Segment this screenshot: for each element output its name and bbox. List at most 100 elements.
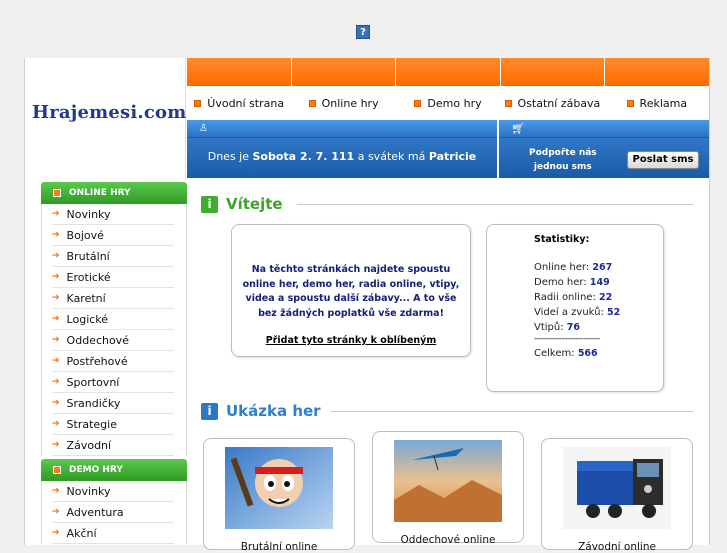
arrow-icon: ➔ [52,398,60,408]
welcome-line: bez žádných poplatků vše zdarma! [258,307,444,319]
sidebar-item-label: Akční [66,526,97,540]
sidebar-item[interactable]: ➔ Novinky [52,481,174,502]
menu-item-home[interactable]: Úvodní strana [187,87,291,119]
sidebar-online-games: ONLINE HRY ➔ Novinky ➔ Bojové ➔ Brutální ➔ Erot… [41,182,187,456]
menu-item-advertising[interactable]: Reklama [605,87,709,119]
arrow-icon: ➔ [52,230,60,240]
sidebar-header-online: ONLINE HRY [41,182,187,204]
sidebar-item-label: Závodní [66,438,112,452]
game-caption[interactable]: Brutální online [204,541,354,553]
welcome-line: videa a spoustu další zábavy... A to vše [245,293,457,304]
arrow-icon: ➔ [52,356,60,366]
orange-tab [187,58,292,86]
game-caption[interactable]: Závodní online [542,541,692,553]
game-thumbnail-brutal[interactable] [225,447,333,529]
menu-item-demo-games[interactable]: Demo hry [396,87,500,119]
sidebar-item-label: Logické [66,312,109,326]
game-card[interactable]: Oddechové online [372,431,524,546]
info-bar: ♙ Dnes je Sobota 2. 7. 111 a svátek má P… [187,120,709,178]
section-title-text: Ukázka her [226,402,321,420]
stat-label: Videí a zvuků: [534,307,604,318]
help-icon[interactable]: ? [356,25,370,39]
stat-value: 267 [592,262,613,273]
stat-row: Demo her: 149 [534,277,610,288]
sidebar-item-label: Oddechové [66,333,129,347]
section-title-text: Vítejte [226,195,283,213]
sms-panel-header: 🛒︎ [499,120,709,138]
sidebar-item-label: Karetní [66,291,106,305]
add-to-favorites-link[interactable]: Přidat tyto stránky k oblíbeným [232,335,470,346]
sidebar-item[interactable]: ➔ Brutální [52,246,174,267]
statistics-box: Statistiky: Online her: 267 Demo her: 14… [486,224,664,392]
welcome-text: Na těchto stránkách najdete spoustu onli… [242,263,460,321]
sidebar-item[interactable]: ➔ Logické [52,309,174,330]
welcome-line: online her, demo her, radia online, vtip… [242,278,460,290]
sidebar-item[interactable]: ➔ Akční [52,523,174,544]
stat-label: Radii online: [534,292,596,303]
orange-tab-bar [187,58,709,86]
send-sms-button[interactable]: Poslat sms [627,151,699,169]
orange-tab [500,58,606,86]
menu-item-label: Online hry [321,96,379,110]
stat-row: Videí a zvuků: 52 [534,307,620,318]
sidebar-item[interactable]: ➔ Postřehové [52,351,174,372]
sidebar-item-label: Adventura [66,505,124,519]
date-prefix: Dnes je [207,150,249,163]
bullet-icon [53,189,61,197]
info-icon: i [201,402,218,420]
arrow-icon: ➔ [52,507,60,517]
sidebar-item[interactable]: ➔ Erotické [52,267,174,288]
menu-item-online-games[interactable]: Online hry [291,87,395,119]
arrow-icon: ➔ [52,293,60,303]
sidebar-item-label: Novinky [66,207,111,221]
stat-value: 52 [607,307,621,318]
arrow-icon: ➔ [52,419,60,429]
welcome-box: Na těchto stránkách najdete spoustu onli… [231,224,471,357]
divider [331,411,693,412]
statistics-title: Statistiky: [534,234,590,245]
sidebar-item[interactable]: ➔ Oddechové [52,330,174,351]
arrow-icon: ➔ [52,272,60,282]
stat-label: Online her: [534,262,590,273]
sidebar-item[interactable]: ➔ Strategie [52,414,174,435]
menu-item-other-fun[interactable]: Ostatní zábava [500,87,604,119]
user-icon: ♙ [199,123,208,134]
stat-label: Celkem: [534,348,575,359]
info-icon: i [201,195,218,213]
sidebar-item[interactable]: ➔ Novinky [52,204,174,225]
stat-row: Online her: 267 [534,262,612,273]
stat-row: Radii online: 22 [534,292,612,303]
arrow-icon: ➔ [52,251,60,261]
sidebar-item[interactable]: ➔ Srandičky [52,393,174,414]
cart-icon: 🛒︎ [511,122,525,135]
game-card[interactable]: Brutální online [203,438,355,553]
stat-value: 566 [577,348,598,359]
site-logo[interactable]: Hrajemesi.com [25,58,186,178]
game-thumbnail-relax[interactable] [394,440,502,522]
sidebar-item-label: Bojové [66,228,104,242]
sidebar-item[interactable]: ➔ Adventura [52,502,174,523]
main-menu: Úvodní strana Online hry Demo hry Ostatn… [187,87,709,119]
sidebar-demo-games: DEMO HRY ➔ Novinky ➔ Adventura ➔ Akční [41,459,187,544]
stat-label: Vtipů: [534,322,564,333]
game-thumbnail-racing[interactable] [563,447,671,529]
game-card[interactable]: Závodní online [541,438,693,553]
sidebar-item-label: Postřehové [66,354,128,368]
sidebar-list: ➔ Novinky ➔ Adventura ➔ Akční [41,481,187,544]
menu-item-label: Úvodní strana [207,96,285,110]
sidebar-item-label: Brutální [66,249,110,263]
game-caption[interactable]: Oddechové online [373,534,523,546]
sidebar-item-label: Srandičky [66,396,121,410]
sidebar-item[interactable]: ➔ Sportovní [52,372,174,393]
nameday-name: Patricie [428,150,477,163]
welcome-section-title: i Vítejte [201,195,283,213]
bullet-icon [626,99,634,107]
sidebar-header-demo: DEMO HRY [41,459,187,481]
date-text: Dnes je Sobota 2. 7. 111 a svátek má Pat… [187,150,497,163]
sidebar-item[interactable]: ➔ Závodní [52,435,174,456]
sidebar-item[interactable]: ➔ Bojové [52,225,174,246]
arrow-icon: ➔ [52,377,60,387]
games-section-title: i Ukázka her [201,402,321,420]
sidebar-item[interactable]: ➔ Karetní [52,288,174,309]
arrow-icon: ➔ [52,486,60,496]
